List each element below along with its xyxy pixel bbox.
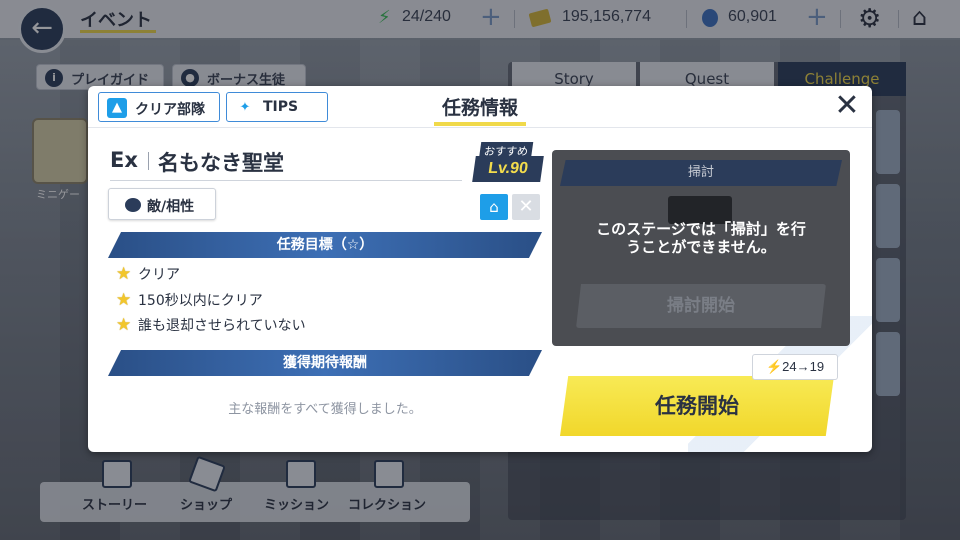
clear-team-button[interactable]: ▲ クリア部隊 bbox=[98, 92, 220, 122]
objective-text: クリア bbox=[138, 267, 180, 283]
arrow-right-icon: → bbox=[796, 359, 810, 374]
objective-item: ★ 誰も退却させられていない bbox=[116, 315, 306, 335]
start-mission-button[interactable]: 任務開始 bbox=[560, 376, 834, 436]
sweep-message: このステージでは「掃討」を行うことができません。 bbox=[596, 220, 806, 256]
tips-button[interactable]: ✦ TIPS bbox=[226, 92, 328, 122]
lightning-icon: ⚡ bbox=[765, 359, 783, 374]
sweep-panel: 掃討 このステージでは「掃討」を行うことができません。 掃討開始 bbox=[552, 150, 850, 346]
clear-team-label: クリア部隊 bbox=[135, 102, 205, 118]
stamina-cost-tag: ⚡24→19 bbox=[752, 354, 838, 380]
star-icon: ★ bbox=[116, 315, 132, 335]
start-mission-wrapper: 任務開始 bbox=[560, 372, 842, 438]
stage-name: 名もなき聖堂 bbox=[158, 151, 284, 175]
recommended-level: Lv.90 bbox=[472, 156, 544, 182]
rewards-header: 獲得期待報酬 bbox=[108, 350, 542, 376]
star-icon: ★ bbox=[116, 264, 132, 284]
divider bbox=[148, 152, 149, 170]
x-icon[interactable]: ✕ bbox=[512, 194, 540, 220]
sweep-header: 掃討 bbox=[560, 160, 842, 186]
dialog-title: 任務情報 bbox=[441, 97, 518, 119]
sweep-start-button[interactable]: 掃討開始 bbox=[576, 284, 826, 328]
stage-underline bbox=[110, 180, 462, 181]
recommended-level-badge: おすすめ Lv.90 bbox=[472, 142, 544, 184]
objective-item: ★ クリア bbox=[116, 264, 180, 284]
star-icon: ★ bbox=[116, 290, 132, 310]
objectives-header: 任務目標（☆） bbox=[108, 232, 542, 258]
close-icon[interactable]: ✕ bbox=[832, 90, 862, 122]
stage-prefix: Ex bbox=[110, 148, 138, 172]
house-icon[interactable]: ⌂ bbox=[480, 194, 508, 220]
dialog-header: ▲ クリア部隊 ✦ TIPS 任務情報 ✕ bbox=[88, 86, 872, 128]
mission-info-dialog: ▲ クリア部隊 ✦ TIPS 任務情報 ✕ Ex 名もなき聖堂 おすすめ Lv.… bbox=[88, 86, 872, 452]
objective-item: ★ 150秒以内にクリア bbox=[116, 290, 263, 310]
objective-text: 誰も退却させられていない bbox=[138, 318, 306, 334]
cost-from: 24 bbox=[782, 359, 797, 374]
title-underline bbox=[434, 122, 526, 126]
bulb-icon: ✦ bbox=[239, 100, 251, 115]
enemy-affinity-button[interactable]: 敵/相性 bbox=[108, 188, 216, 220]
rewards-text: 主な報酬をすべて獲得しました。 bbox=[228, 402, 422, 417]
objective-text: 150秒以内にクリア bbox=[138, 293, 263, 309]
enemy-affinity-label: 敵/相性 bbox=[147, 199, 195, 215]
enemy-icon bbox=[125, 198, 141, 212]
cost-to: 19 bbox=[809, 359, 825, 374]
tips-label: TIPS bbox=[263, 99, 299, 115]
person-icon: ▲ bbox=[107, 98, 127, 118]
